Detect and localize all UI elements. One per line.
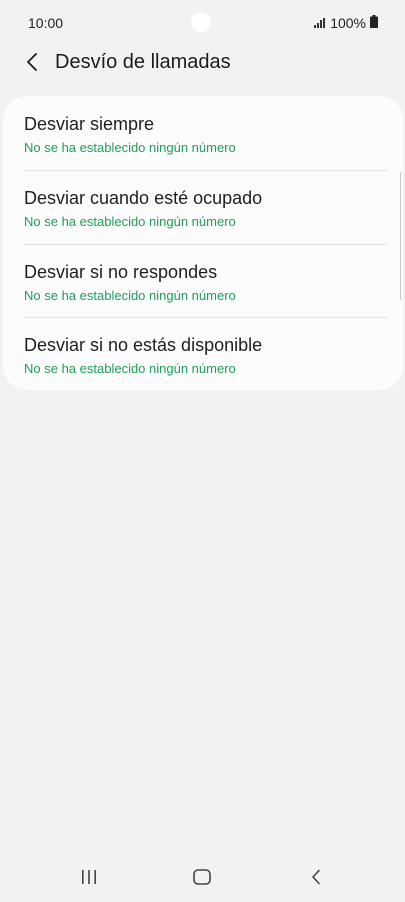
scroll-indicator[interactable] [400, 171, 404, 301]
option-title: Desviar cuando esté ocupado [24, 188, 263, 208]
signal-icon [314, 15, 326, 31]
navigation-bar [0, 858, 405, 902]
forwarding-options-card: Desviar siempre No se ha establecido nin… [3, 96, 403, 390]
status-time: 10:00 [28, 15, 64, 31]
option-forward-no-answer[interactable]: Desviar si no respondes No se ha estable… [3, 244, 403, 317]
back-chevron-icon [26, 52, 38, 77]
nav-back-button[interactable] [296, 866, 336, 892]
app-header: Desvío de llamadas [0, 44, 405, 84]
back-icon [311, 869, 321, 890]
option-forward-when-busy[interactable]: Desviar cuando esté ocupado No se ha est… [3, 170, 403, 243]
option-subtitle: No se ha establecido ningún número [24, 214, 236, 229]
option-subtitle: No se ha establecido ningún número [24, 361, 236, 376]
home-button[interactable] [182, 866, 222, 892]
camera-cutout [191, 12, 211, 32]
recent-apps-icon [81, 869, 97, 889]
option-subtitle: No se ha establecido ningún número [24, 288, 236, 303]
status-bar: 10:00 100% [0, 0, 405, 44]
battery-icon [370, 15, 378, 31]
option-title: Desviar siempre [24, 114, 155, 134]
option-title: Desviar si no estás disponible [24, 335, 263, 355]
option-forward-unreachable[interactable]: Desviar si no estás disponible No se ha … [3, 317, 403, 390]
battery-percentage: 100% [330, 15, 366, 31]
page-title: Desvío de llamadas [55, 51, 231, 73]
home-icon [193, 868, 211, 890]
option-subtitle: No se ha establecido ningún número [24, 140, 236, 155]
recent-apps-button[interactable] [69, 866, 109, 892]
back-button[interactable] [16, 48, 48, 80]
status-indicators: 100% [314, 14, 378, 32]
option-title: Desviar si no respondes [24, 262, 218, 282]
option-always-forward[interactable]: Desviar siempre No se ha establecido nin… [3, 96, 403, 169]
